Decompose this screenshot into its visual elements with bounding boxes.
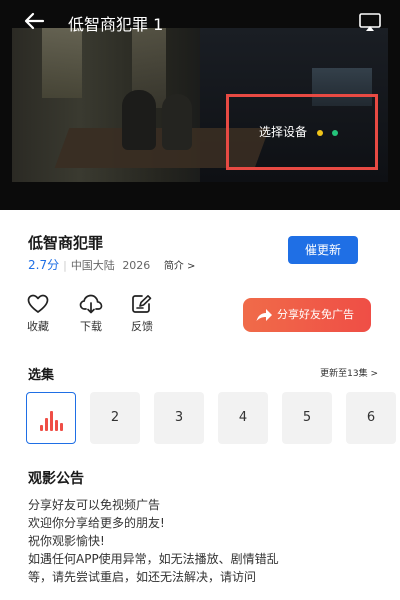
back-arrow-icon[interactable] [22,10,46,32]
episodes-section-title: 选集 [28,368,55,383]
status-dot-green [332,130,338,136]
playing-bars-icon [40,409,64,431]
episode-item[interactable]: 4 [218,392,268,444]
video-player[interactable]: 选择设备 低智商犯罪 1 [0,0,400,210]
rating: 2.7分 [28,258,60,272]
favorite-label: 收藏 [27,320,49,333]
region: 中国大陆 [70,259,115,272]
notice-line: 祝你观影愉快! [28,534,105,548]
cast-icon[interactable] [358,12,382,32]
notice-line: 欢迎你分享给更多的朋友! [28,516,165,530]
show-meta: 2.7分 | 中国大陆 2026 简介 > [28,258,196,272]
intro-link[interactable]: 简介 > [164,261,196,272]
share-arrow-icon [256,309,272,321]
episode-item[interactable]: 5 [282,392,332,444]
select-device-label[interactable]: 选择设备 [259,123,307,140]
request-update-button[interactable]: 催更新 [288,236,358,264]
feedback-button[interactable]: 反馈 [122,294,162,334]
episode-current[interactable] [26,392,76,444]
heart-icon [27,294,49,313]
show-title: 低智商犯罪 [28,234,104,252]
episode-list: 2 3 4 5 6 [26,392,400,448]
episode-item[interactable]: 3 [154,392,204,444]
episodes-update-more-link[interactable]: 更新至13集 > [320,366,378,379]
episode-item[interactable]: 2 [90,392,140,444]
player-top-bar: 低智商犯罪 1 [0,8,400,34]
edit-icon [132,295,152,313]
status-dot-yellow [317,130,323,136]
video-frame: 选择设备 [12,28,388,182]
notice-line: 等，请先尝试重启，如还无法解决，请访问 [28,570,257,584]
notice-title: 观影公告 [28,471,84,487]
video-title: 低智商犯罪 1 [68,15,164,34]
cloud-download-icon [79,294,103,314]
download-button[interactable]: 下载 [71,294,111,334]
download-label: 下载 [80,320,102,333]
episode-item[interactable]: 6 [346,392,396,444]
notice-body: 分享好友可以免视频广告 欢迎你分享给更多的朋友! 祝你观影愉快! 如遇任何APP… [28,496,388,586]
favorite-button[interactable]: 收藏 [18,294,58,334]
share-label: 分享好友免广告 [277,308,354,321]
feedback-label: 反馈 [131,320,153,333]
notice-line: 如遇任何APP使用异常，如无法播放、剧情错乱 [28,552,279,566]
year: 2026 [122,259,151,272]
notice-line: 分享好友可以免视频广告 [28,498,161,512]
share-friends-button[interactable]: 分享好友免广告 [243,298,371,332]
select-device-highlight[interactable]: 选择设备 [226,94,378,170]
